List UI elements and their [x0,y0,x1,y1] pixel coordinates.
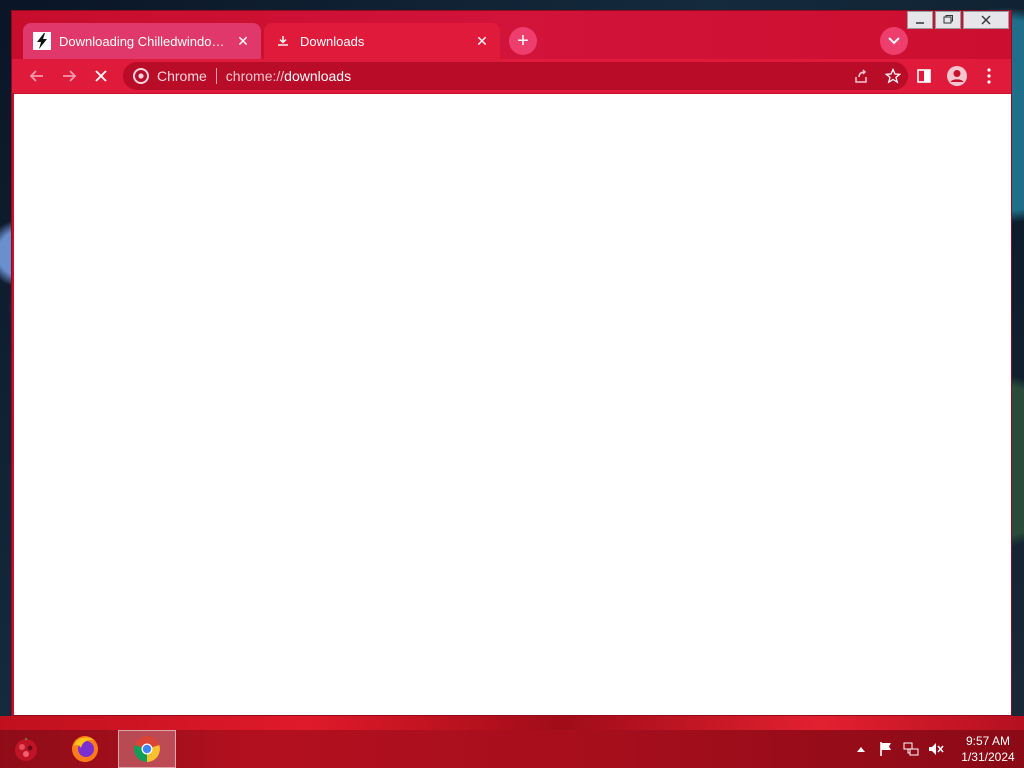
tab-downloads[interactable]: Downloads ✕ [264,23,500,59]
minimize-icon [916,22,924,24]
clock-date: 1/31/2024 [961,750,1015,764]
arrow-right-icon [63,70,77,82]
close-tab-icon[interactable]: ✕ [474,33,490,49]
download-icon [274,32,292,50]
chrome-icon [134,736,160,762]
arrow-left-icon [29,70,43,82]
toolbar: Chrome chrome://downloads [12,59,1011,93]
side-panel-button[interactable] [912,64,936,88]
wallpaper-strip [0,716,1024,730]
address-bar[interactable]: Chrome chrome://downloads [123,62,908,90]
minimize-button[interactable] [907,11,933,29]
close-icon [95,70,107,82]
tab-label: Downloading Chilledwindows.exe [59,33,229,49]
site-label: Chrome [157,68,207,84]
clock[interactable]: 9:57 AM 1/31/2024 [952,733,1024,765]
lightning-icon [33,32,51,50]
page-content [14,94,1011,715]
separator [215,68,217,84]
close-window-button[interactable] [963,11,1009,29]
clock-time: 9:57 AM [965,734,1011,748]
speaker-muted-icon [929,743,944,755]
chevron-down-icon [888,37,900,45]
volume-button[interactable] [927,740,945,758]
new-tab-button[interactable]: + [509,27,537,55]
avatar-icon [947,66,967,86]
chrome-icon [133,68,149,84]
window-controls [905,11,1009,31]
tab-downloading[interactable]: Downloading Chilledwindows.exe ✕ [23,23,261,59]
address-bar-actions [840,65,904,87]
url-text: chrome://downloads [226,68,351,84]
share-button[interactable] [850,65,872,87]
taskbar-firefox[interactable] [62,730,108,768]
close-icon [981,15,991,25]
show-hidden-icons-button[interactable] [852,740,870,758]
system-tray: 9:57 AM 1/31/2024 [852,730,1024,768]
bookmark-button[interactable] [882,65,904,87]
url-host: downloads [284,68,352,84]
chrome-window: Downloading Chilledwindows.exe ✕ Downloa… [11,10,1012,716]
title-bar: Downloading Chilledwindows.exe ✕ Downloa… [12,11,1011,59]
profile-button[interactable] [945,64,969,88]
forward-button[interactable] [57,64,81,88]
start-icon [15,737,37,761]
back-button[interactable] [25,64,49,88]
action-center-button[interactable] [877,740,895,758]
more-vert-icon [987,68,991,84]
share-icon [855,69,867,83]
tab-label: Downloads [300,33,365,49]
chevron-up-icon [857,747,865,752]
stop-loading-button[interactable] [89,64,113,88]
tab-search-button[interactable] [880,27,908,55]
side-panel-icon [917,69,931,83]
close-tab-icon[interactable]: ✕ [235,33,251,49]
restore-button[interactable] [935,11,961,29]
start-button[interactable] [4,730,48,768]
firefox-icon [72,736,98,762]
taskbar-chrome[interactable] [118,730,176,768]
network-button[interactable] [902,740,920,758]
url-prefix: chrome:// [225,68,285,84]
flag-icon [880,742,891,756]
menu-button[interactable] [977,64,1001,88]
taskbar: 9:57 AM 1/31/2024 [0,730,1024,768]
plus-icon: + [517,30,529,52]
network-icon [903,742,919,756]
star-icon [885,68,901,84]
restore-icon [943,15,953,24]
